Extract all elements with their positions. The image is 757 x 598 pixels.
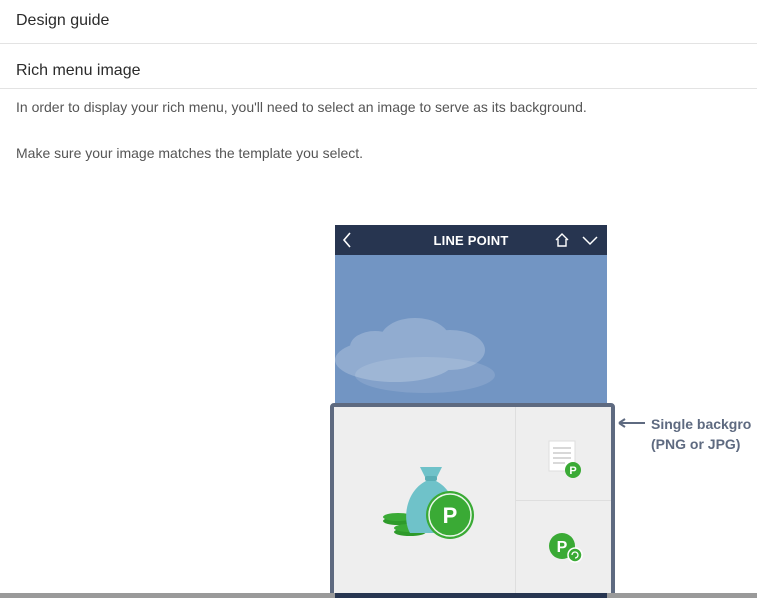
annotation-background-label: Single backgro [651, 416, 752, 432]
sky-background [335, 255, 607, 405]
document-point-icon: P [547, 439, 585, 484]
rich-menu-template-frame: P P P [330, 403, 615, 597]
phone-bottom-edge [335, 593, 607, 598]
chevron-down-icon [581, 234, 599, 252]
annotation-format-label: (PNG or JPG) [651, 436, 741, 452]
point-letter: P [557, 539, 568, 556]
rich-menu-image-heading: Rich menu image [16, 62, 141, 79]
money-bag-icon: P [380, 461, 480, 556]
cell-divider [516, 500, 611, 501]
point-exchange-icon: P [547, 531, 587, 570]
point-letter: P [569, 465, 576, 477]
arrow-left-icon [617, 416, 647, 435]
divider [0, 43, 757, 44]
point-letter: P [443, 503, 458, 528]
home-icon [554, 232, 570, 253]
design-guide-heading: Design guide [16, 12, 110, 29]
phone-header: LINE POINT [335, 225, 607, 255]
instruction-text: In order to display your rich menu, you'… [16, 99, 587, 115]
divider [0, 88, 757, 89]
template-note-text: Make sure your image matches the templat… [16, 145, 364, 161]
